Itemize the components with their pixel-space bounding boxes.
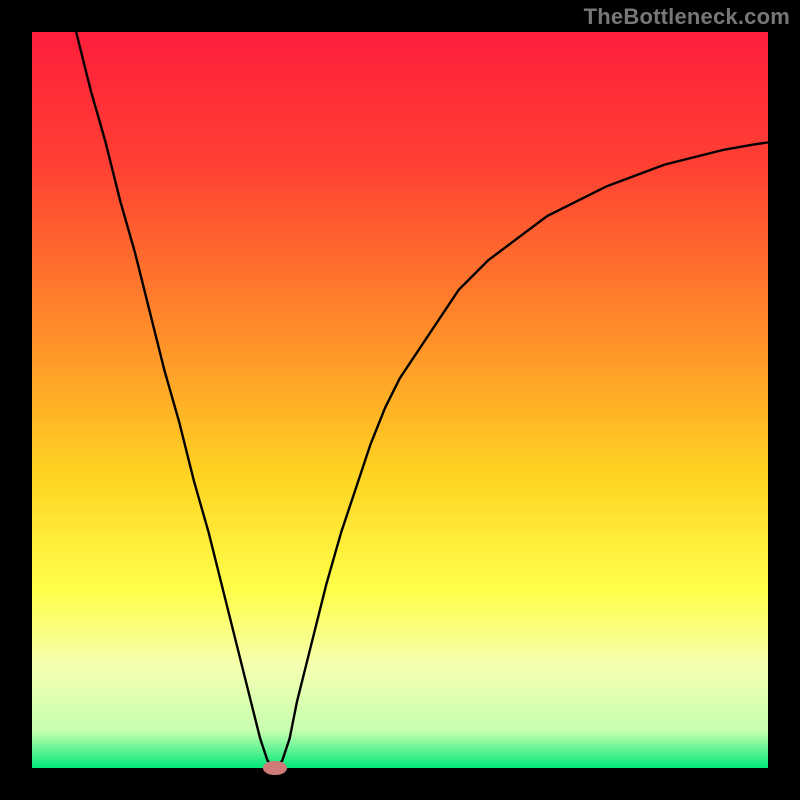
chart-plot-area <box>32 32 768 768</box>
watermark-text: TheBottleneck.com <box>584 4 790 30</box>
chart-frame: TheBottleneck.com <box>0 0 800 800</box>
bottleneck-curve <box>32 32 768 768</box>
bottleneck-curve-path <box>76 32 768 768</box>
minimum-marker <box>263 761 287 776</box>
